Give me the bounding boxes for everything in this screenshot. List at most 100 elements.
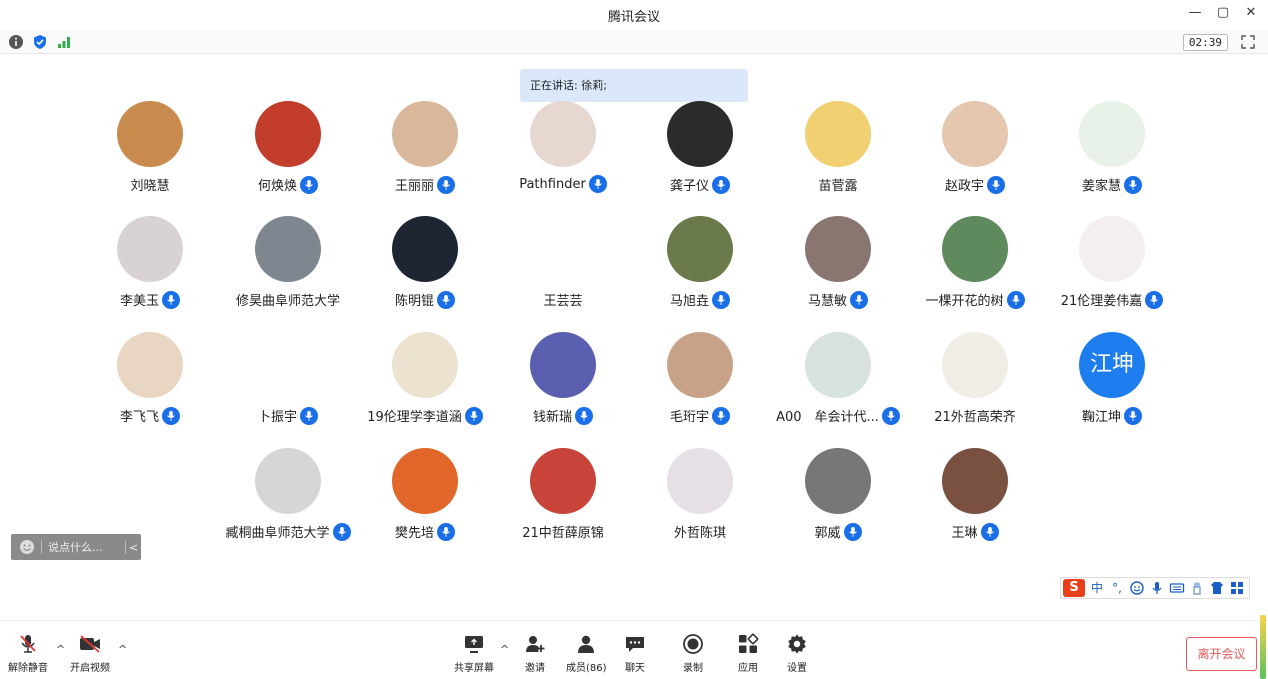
- start-video-button[interactable]: 开启视频: [70, 633, 110, 674]
- avatar: [667, 448, 733, 514]
- participant-name-line: 姜家慧: [1043, 175, 1181, 194]
- collapse-chat-button[interactable]: <: [125, 540, 141, 554]
- ime-toolbar: S 中 °,: [1060, 577, 1250, 599]
- participant-tile[interactable]: 王琳: [906, 448, 1044, 541]
- avatar: [255, 216, 321, 282]
- volume-meter: [1260, 615, 1266, 679]
- participant-name-line: 21伦理姜伟嘉: [1043, 290, 1181, 309]
- emoji-icon[interactable]: [19, 539, 35, 555]
- avatar: [392, 448, 458, 514]
- mic-icon: [437, 522, 455, 541]
- participant-tile[interactable]: 钱新瑞: [494, 332, 632, 425]
- participant-tile[interactable]: 毛珩宇: [631, 332, 769, 425]
- signal-icon[interactable]: [56, 34, 72, 50]
- voice-input-icon[interactable]: [1149, 580, 1165, 596]
- participant-name-line: 一棵开花的树: [906, 290, 1044, 309]
- share-screen-icon: [465, 636, 483, 653]
- participant-tile[interactable]: 一棵开花的树: [906, 216, 1044, 309]
- record-button[interactable]: 录制: [682, 633, 704, 674]
- chat-icon: [626, 637, 644, 652]
- title-bar: 腾讯会议 — ▢ ✕: [0, 0, 1268, 28]
- participant-tile[interactable]: A00 牟会计代...: [769, 332, 907, 425]
- participant-tile[interactable]: 马旭垚: [631, 216, 769, 309]
- avatar: [942, 216, 1008, 282]
- avatar: [392, 216, 458, 282]
- chat-quick-input[interactable]: 说点什么... <: [11, 534, 141, 560]
- participant-tile[interactable]: 苗菅露: [769, 101, 907, 194]
- participant-name: 钱新瑞: [532, 410, 572, 425]
- participant-tile[interactable]: 刘晓慧: [81, 101, 219, 194]
- participant-tile[interactable]: 姜家慧: [1043, 101, 1181, 194]
- participant-tile[interactable]: 李美玉: [81, 216, 219, 309]
- participant-name: 姜家慧: [1081, 179, 1121, 194]
- share-options-caret[interactable]: ^: [500, 643, 509, 656]
- chat-placeholder[interactable]: 说点什么...: [48, 539, 125, 555]
- avatar: [942, 332, 1008, 398]
- participant-tile[interactable]: 马慧敏: [769, 216, 907, 309]
- participant-tile[interactable]: 王芸芸: [494, 216, 632, 309]
- participant-name: 鞠江坤: [1081, 410, 1121, 425]
- keyboard-icon[interactable]: [1169, 580, 1185, 596]
- avatar: [667, 101, 733, 167]
- skin-icon[interactable]: [1209, 580, 1225, 596]
- hand-icon[interactable]: [1189, 580, 1205, 596]
- smiley-icon[interactable]: [1129, 580, 1145, 596]
- ime-language-toggle[interactable]: 中: [1089, 580, 1105, 596]
- participant-tile[interactable]: 赵政宇: [906, 101, 1044, 194]
- chat-button[interactable]: 聊天: [624, 633, 646, 674]
- avatar: 江坤: [1079, 332, 1145, 398]
- video-options-caret[interactable]: ^: [118, 643, 127, 656]
- avatar: [1079, 101, 1145, 167]
- participant-name: 李飞飞: [119, 410, 159, 425]
- info-icon[interactable]: [8, 34, 24, 50]
- participant-name: 陈明锟: [394, 294, 434, 309]
- participant-tile[interactable]: 21中哲薛原锦: [494, 448, 632, 541]
- participant-name-line: 21外哲高荣齐: [906, 406, 1044, 425]
- leave-meeting-button[interactable]: 离开会议: [1186, 637, 1257, 671]
- participant-tile[interactable]: 郭威: [769, 448, 907, 541]
- participant-tile[interactable]: 李飞飞: [81, 332, 219, 425]
- participant-tile[interactable]: 修昊曲阜师范大学: [219, 216, 357, 309]
- settings-button[interactable]: 设置: [786, 633, 808, 674]
- participant-name: 21中哲薛原锦: [522, 526, 604, 541]
- avatar: [942, 101, 1008, 167]
- fullscreen-icon[interactable]: [1240, 34, 1256, 50]
- unmute-button[interactable]: 解除静音: [8, 633, 48, 674]
- close-button[interactable]: ✕: [1242, 4, 1260, 22]
- participant-tile[interactable]: 何焕焕: [219, 101, 357, 194]
- participant-tile[interactable]: 龚子仪: [631, 101, 769, 194]
- participant-tile[interactable]: 樊先培: [356, 448, 494, 541]
- participant-tile[interactable]: 王丽丽: [356, 101, 494, 194]
- participant-tile[interactable]: 陈明锟: [356, 216, 494, 309]
- participant-name-line: 陈明锟: [356, 290, 494, 309]
- participant-name-line: 苗菅露: [769, 175, 907, 194]
- share-screen-button[interactable]: 共享屏幕: [454, 633, 494, 674]
- ime-punctuation-toggle[interactable]: °,: [1109, 580, 1125, 596]
- invite-button[interactable]: 邀请: [524, 633, 546, 674]
- apps-button[interactable]: 应用: [737, 633, 759, 674]
- members-button[interactable]: 成员(86): [566, 633, 607, 674]
- participant-name: 赵政宇: [944, 179, 984, 194]
- sogou-logo-icon[interactable]: S: [1063, 579, 1085, 597]
- minimize-button[interactable]: —: [1186, 4, 1204, 22]
- restore-button[interactable]: ▢: [1214, 4, 1232, 22]
- avatar: [805, 332, 871, 398]
- participant-tile[interactable]: 21伦理姜伟嘉: [1043, 216, 1181, 309]
- participant-tile[interactable]: Pathfinder: [494, 101, 632, 193]
- participant-tile[interactable]: 19伦理学李道涵: [356, 332, 494, 425]
- participant-tile[interactable]: 21外哲高荣齐: [906, 332, 1044, 425]
- participant-tile[interactable]: 卜振宇: [219, 332, 357, 425]
- participant-name-line: 王丽丽: [356, 175, 494, 194]
- mic-icon: [437, 290, 455, 309]
- participant-tile[interactable]: 外哲陈琪: [631, 448, 769, 541]
- window-title: 腾讯会议: [607, 10, 660, 25]
- toolbox-icon[interactable]: [1229, 580, 1245, 596]
- participant-tile[interactable]: 江坤 鞠江坤: [1043, 332, 1181, 425]
- avatar: [530, 101, 596, 167]
- participant-name: 郭威: [814, 526, 841, 541]
- participant-tile[interactable]: 臧桐曲阜师范大学: [219, 448, 357, 541]
- shield-icon[interactable]: [32, 34, 48, 50]
- mic-icon: [1006, 290, 1025, 309]
- audio-options-caret[interactable]: ^: [56, 643, 65, 656]
- meeting-toolbar: 解除静音 ^ 开启视频 ^ 共享屏幕 ^ 邀请 成员(86) 聊天 录制 应用 …: [0, 615, 1268, 679]
